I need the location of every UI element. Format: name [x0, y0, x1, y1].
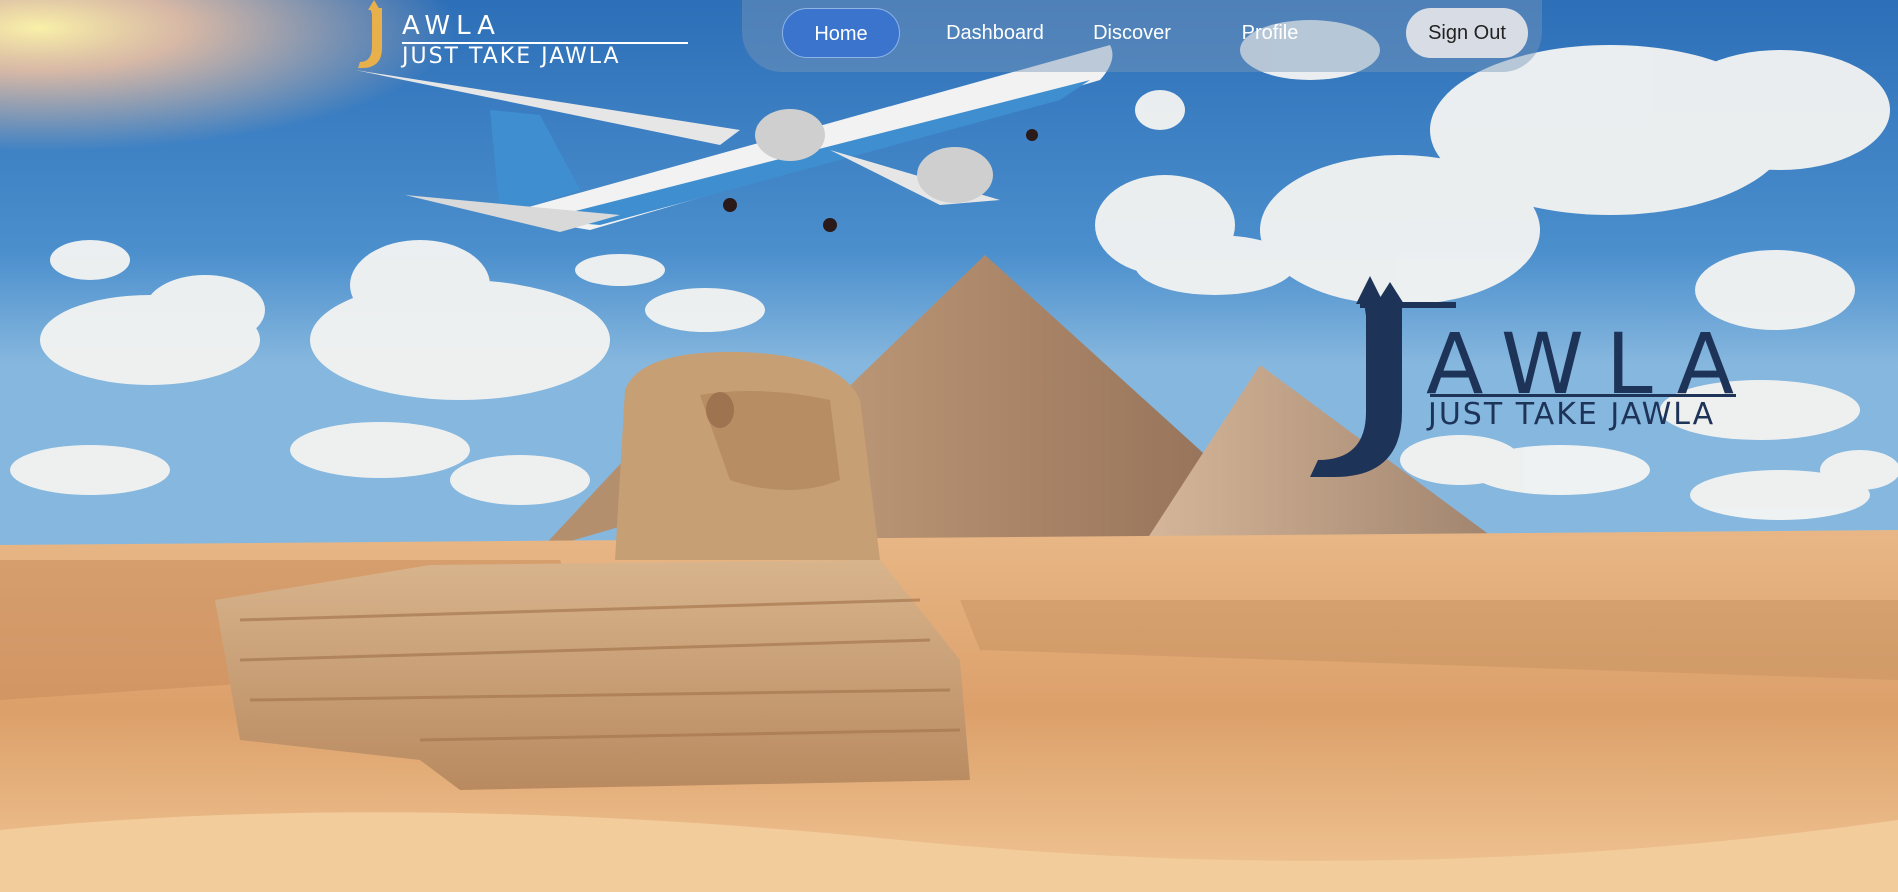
hero-section: AWLA JUST TAKE JAWLA Home Dashboard Disc… [0, 0, 1898, 892]
brand-name: AWLA [402, 11, 501, 41]
j-logo-icon [358, 0, 382, 68]
brand-logo[interactable]: AWLA JUST TAKE JAWLA [352, 0, 688, 72]
hero-brand-tagline: JUST TAKE JAWLA [1428, 397, 1716, 432]
nav-dashboard-link[interactable]: Dashboard [920, 8, 1070, 58]
hero-logo: AWLA JUST TAKE JAWLA [1306, 272, 1776, 482]
main-navigation: Home Dashboard Discover Profile Sign Out [742, 0, 1542, 72]
nav-profile-link[interactable]: Profile [1210, 8, 1330, 58]
nav-home-link[interactable]: Home [782, 8, 900, 58]
nav-discover-link[interactable]: Discover [1072, 8, 1192, 58]
sign-out-button[interactable]: Sign Out [1406, 8, 1528, 58]
brand-tagline: JUST TAKE JAWLA [402, 44, 621, 69]
